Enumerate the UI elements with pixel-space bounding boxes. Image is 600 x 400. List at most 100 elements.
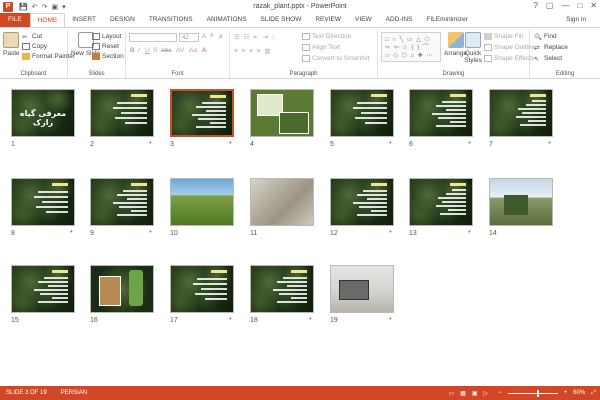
- tab-home[interactable]: HOME: [29, 12, 66, 28]
- paste-button[interactable]: Paste: [3, 32, 20, 57]
- slide-thumbnail-19[interactable]: [330, 265, 394, 313]
- slide-thumbnail-8[interactable]: [11, 178, 75, 226]
- underline-button[interactable]: U: [145, 47, 150, 54]
- transition-indicator-icon[interactable]: *: [149, 230, 152, 237]
- slide-thumbnail-4[interactable]: [250, 89, 314, 137]
- tab-add-ins[interactable]: ADD-INS: [379, 13, 420, 27]
- quick-styles-button[interactable]: Quick Styles: [464, 32, 482, 64]
- slide-sorter-view-icon[interactable]: ▦: [460, 390, 466, 397]
- slide-thumbnail-13[interactable]: [409, 178, 473, 226]
- tab-view[interactable]: VIEW: [348, 13, 379, 27]
- tab-review[interactable]: REVIEW: [308, 13, 348, 27]
- grow-font-button[interactable]: A: [202, 33, 206, 40]
- slide-thumbnail-1[interactable]: معرفی گیاه رازک: [11, 89, 75, 137]
- arrange-icon: [447, 32, 464, 48]
- cut-button[interactable]: ✂ Cut: [22, 33, 42, 41]
- slide-text-line: [450, 121, 466, 123]
- change-case-button[interactable]: Aa: [189, 47, 197, 54]
- shrink-font-button[interactable]: A: [210, 33, 213, 39]
- transition-indicator-icon[interactable]: *: [229, 317, 232, 324]
- slide-thumbnail-11[interactable]: [250, 178, 314, 226]
- transition-indicator-icon[interactable]: *: [468, 141, 471, 148]
- start-slideshow-icon[interactable]: ▣: [51, 3, 58, 11]
- find-button[interactable]: 🔍 Find: [534, 33, 557, 41]
- select-button[interactable]: ↖ Select: [534, 55, 562, 63]
- tab-slide-show[interactable]: SLIDE SHOW: [254, 13, 309, 27]
- slide-thumbnail-7[interactable]: [489, 89, 553, 137]
- fit-to-window-icon[interactable]: ⤢: [591, 390, 596, 397]
- shape-outline-button[interactable]: Shape Outline: [484, 44, 535, 51]
- powerpoint-app-icon[interactable]: P: [3, 1, 13, 12]
- tab-animations[interactable]: ANIMATIONS: [200, 13, 254, 27]
- normal-view-icon[interactable]: ▭: [449, 390, 455, 397]
- zoom-out-icon[interactable]: −: [498, 390, 502, 396]
- slide-thumbnail-6[interactable]: [409, 89, 473, 137]
- copy-button[interactable]: Copy: [22, 43, 47, 50]
- slide-thumbnail-3[interactable]: [170, 89, 234, 137]
- transition-indicator-icon[interactable]: *: [389, 317, 392, 324]
- font-size-box[interactable]: 42: [179, 33, 199, 42]
- maximize-button[interactable]: □: [577, 1, 582, 10]
- slide-thumbnail-9[interactable]: [90, 178, 154, 226]
- language-indicator[interactable]: PERSIAN: [61, 390, 87, 396]
- slide-thumbnail-16[interactable]: [90, 265, 154, 313]
- shape-effects-button[interactable]: Shape Effects: [484, 55, 534, 62]
- zoom-slider[interactable]: [507, 389, 558, 397]
- transition-indicator-icon[interactable]: *: [149, 141, 152, 148]
- help-button[interactable]: ?: [533, 1, 537, 10]
- save-icon[interactable]: 💾: [19, 3, 28, 11]
- tab-file[interactable]: FILE: [0, 13, 30, 27]
- transition-indicator-icon[interactable]: *: [309, 317, 312, 324]
- layout-button[interactable]: Layout: [92, 33, 122, 40]
- align-buttons-icon[interactable]: ≡ ≡ ≡ ≡ ▥: [234, 47, 272, 55]
- transition-indicator-icon[interactable]: *: [389, 230, 392, 237]
- reset-button[interactable]: Reset: [92, 43, 119, 50]
- reading-view-icon[interactable]: ▣: [472, 390, 478, 397]
- close-button[interactable]: ✕: [590, 1, 597, 10]
- zoom-slider-thumb[interactable]: [536, 389, 539, 397]
- transition-indicator-icon[interactable]: *: [468, 230, 471, 237]
- zoom-in-icon[interactable]: +: [564, 390, 568, 396]
- tab-design[interactable]: DESIGN: [103, 13, 142, 27]
- transition-indicator-icon[interactable]: *: [548, 141, 551, 148]
- convert-smartart-button[interactable]: Convert to SmartArt: [302, 55, 369, 62]
- bold-button[interactable]: B: [130, 47, 135, 54]
- tab-fileminimizer[interactable]: FILEminimizer: [419, 13, 475, 27]
- slide-thumbnail-12[interactable]: [330, 178, 394, 226]
- tab-transitions[interactable]: TRANSITIONS: [142, 13, 200, 27]
- redo-icon[interactable]: ↷: [42, 3, 48, 11]
- strikethrough-button[interactable]: abc: [161, 47, 171, 54]
- zoom-level[interactable]: 60%: [573, 390, 585, 396]
- sign-in-link[interactable]: Sign in: [566, 16, 586, 23]
- shape-fill-button[interactable]: Shape Fill: [484, 33, 523, 40]
- ribbon-display-options-button[interactable]: ▢: [546, 1, 554, 10]
- slide-thumbnail-17[interactable]: [170, 265, 234, 313]
- slide-thumbnail-18[interactable]: [250, 265, 314, 313]
- slide-thumbnail-2[interactable]: [90, 89, 154, 137]
- list-buttons-icon[interactable]: ☰ ☷ ⇤ ⇥ ↕: [234, 33, 276, 41]
- character-spacing-button[interactable]: AV: [176, 47, 184, 54]
- slide-thumbnail-5[interactable]: [330, 89, 394, 137]
- text-shadow-button[interactable]: S: [153, 47, 157, 54]
- undo-icon[interactable]: ↶: [32, 3, 38, 11]
- customize-qat-icon[interactable]: ▾: [62, 3, 66, 11]
- font-color-button[interactable]: A: [202, 47, 206, 54]
- slide-thumbnail-15[interactable]: [11, 265, 75, 313]
- align-text-button[interactable]: Align Text: [302, 44, 340, 51]
- section-button[interactable]: Section: [92, 53, 124, 60]
- transition-indicator-icon[interactable]: *: [389, 141, 392, 148]
- slideshow-view-icon[interactable]: ▷: [484, 390, 489, 397]
- slide-thumbnail-10[interactable]: [170, 178, 234, 226]
- slide-thumbnail-14[interactable]: [489, 178, 553, 226]
- transition-indicator-icon[interactable]: *: [70, 230, 73, 237]
- shapes-gallery[interactable]: □ ○ ╲ ▭ △ ⬠ ⇨ ⇦ ☆ { } ⌒ ▱ ◇ ⬡ ⌂ ✚ ⋯: [381, 32, 441, 62]
- font-name-box[interactable]: [129, 33, 177, 42]
- tab-insert[interactable]: INSERT: [65, 13, 103, 27]
- shapes-gallery-icon: □ ○ ╲ ▭ △ ⬠ ⇨ ⇦ ☆ { } ⌒ ▱ ◇ ⬡ ⌂ ✚ ⋯: [385, 37, 434, 59]
- clear-formatting-button[interactable]: ✗: [218, 33, 223, 41]
- text-direction-button[interactable]: Text Direction: [302, 33, 351, 40]
- minimize-button[interactable]: —: [561, 1, 569, 10]
- transition-indicator-icon[interactable]: *: [229, 141, 232, 148]
- italic-button[interactable]: I: [138, 47, 140, 54]
- replace-button[interactable]: ⇄ Replace: [534, 44, 568, 52]
